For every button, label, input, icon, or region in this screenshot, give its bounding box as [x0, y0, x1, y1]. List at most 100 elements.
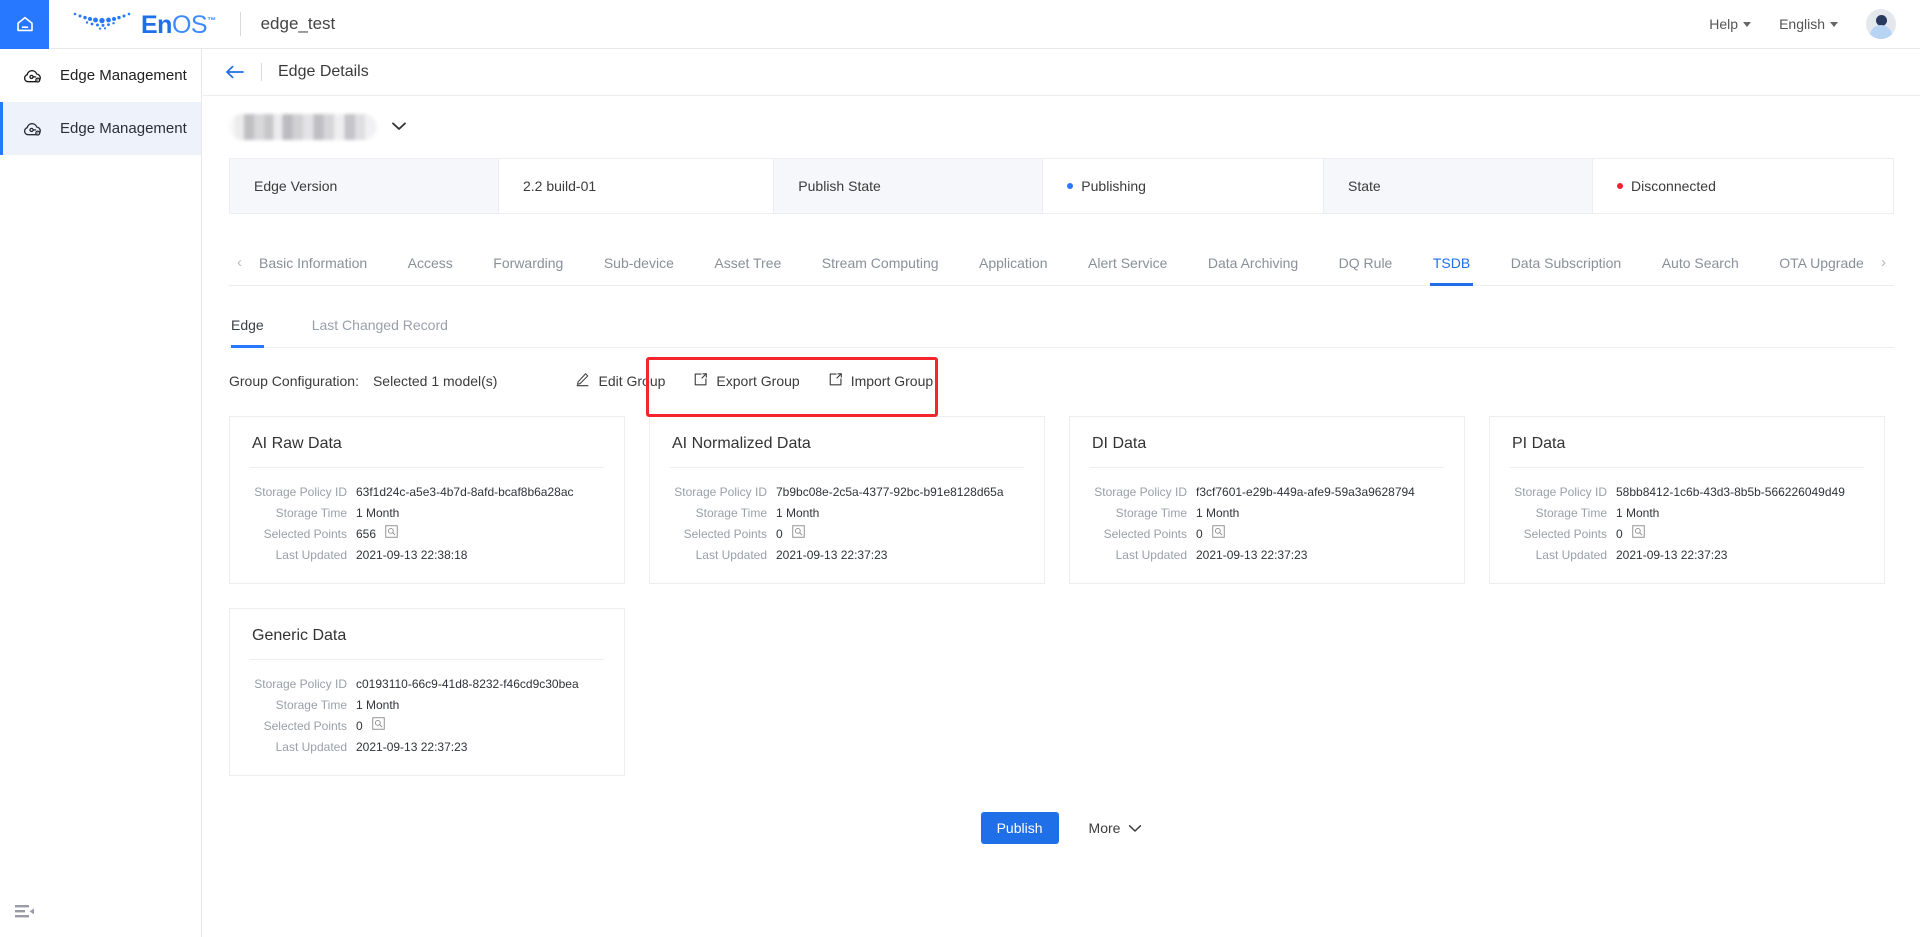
- field-value: 0: [356, 719, 363, 733]
- field-label: Storage Time: [695, 506, 767, 520]
- card-field-last-updated: Last Updated 2021-09-13 22:37:23: [1512, 545, 1862, 565]
- magnifier-icon[interactable]: [1631, 524, 1645, 544]
- import-box-arrow-icon: [828, 372, 843, 390]
- subtab-edge[interactable]: Edge: [231, 302, 264, 348]
- field-value: 0: [776, 527, 783, 541]
- device-selector[interactable]: [229, 96, 1894, 158]
- card-field-storage-policy-id: Storage Policy ID 63f1d24c-a5e3-4b7d-8af…: [252, 482, 602, 502]
- card-field-storage-policy-id: Storage Policy ID 58bb8412-1c6b-43d3-8b5…: [1512, 482, 1862, 502]
- field-value: f3cf7601-e29b-449a-afe9-59a3a9628794: [1196, 485, 1415, 499]
- card-field-storage-policy-id: Storage Policy ID 7b9bc08e-2c5a-4377-92b…: [672, 482, 1022, 502]
- header-divider: [239, 12, 241, 36]
- chevron-left-icon[interactable]: ‹: [229, 254, 250, 271]
- storage-policy-card-grid: AI Raw Data Storage Policy ID 63f1d24c-a…: [229, 416, 1894, 776]
- field-value-wrap: 0: [776, 524, 805, 544]
- magnifier-icon[interactable]: [1211, 524, 1225, 544]
- home-button[interactable]: [0, 0, 49, 49]
- tab-alert-service[interactable]: Alert Service: [1085, 240, 1170, 285]
- tab-auto-search[interactable]: Auto Search: [1659, 240, 1742, 285]
- brand-en: En: [141, 10, 172, 39]
- help-label: Help: [1709, 16, 1739, 32]
- top-bar-right: Help English: [1709, 9, 1920, 39]
- field-label: Selected Points: [683, 527, 767, 541]
- chevron-down-icon[interactable]: [391, 118, 407, 136]
- field-label: Storage Time: [1115, 506, 1187, 520]
- edge-info-strip: Edge Version 2.2 build-01 Publish State …: [229, 158, 1894, 214]
- tab-data-subscription[interactable]: Data Subscription: [1508, 240, 1625, 285]
- magnifier-icon[interactable]: [385, 524, 398, 544]
- magnifier-icon[interactable]: [791, 524, 805, 544]
- device-name-redacted: [229, 114, 377, 140]
- card-field-storage-time: Storage Time 1 Month: [1092, 503, 1442, 523]
- field-label: Storage Time: [275, 698, 347, 712]
- card-field-last-updated: Last Updated 2021-09-13 22:37:23: [1092, 545, 1442, 565]
- card-field-selected-points: Selected Points 656: [252, 524, 602, 544]
- sidebar-item-edge-management-group[interactable]: Edge Management: [0, 49, 201, 102]
- brand-logo[interactable]: EnOS™: [71, 9, 216, 40]
- tab-forwarding[interactable]: Forwarding: [490, 240, 566, 285]
- info-value-edge-version: 2.2 build-01: [499, 159, 775, 213]
- publish-button[interactable]: Publish: [980, 812, 1059, 844]
- card-divider: [670, 467, 1024, 468]
- tab-sub-device[interactable]: Sub-device: [601, 240, 677, 285]
- pencil-icon: [575, 372, 590, 390]
- tab-access[interactable]: Access: [405, 240, 456, 285]
- storage-card-generic-data: Generic Data Storage Policy ID c0193110-…: [229, 608, 625, 776]
- page-body: Edge Version 2.2 build-01 Publish State …: [203, 96, 1920, 844]
- field-label: Selected Points: [263, 719, 347, 733]
- card-field-storage-policy-id: Storage Policy ID c0193110-66c9-41d8-823…: [252, 674, 602, 694]
- more-button[interactable]: More: [1089, 820, 1143, 836]
- language-menu[interactable]: English: [1779, 16, 1838, 32]
- import-group-button[interactable]: Import Group: [814, 364, 947, 398]
- tab-application[interactable]: Application: [976, 240, 1051, 285]
- group-configuration-label: Group Configuration:: [229, 373, 359, 389]
- field-label: Selected Points: [263, 527, 347, 541]
- info-value-publish-state: Publishing: [1043, 159, 1325, 213]
- brand-os: OS: [171, 10, 208, 39]
- field-value: 2021-09-13 22:38:18: [356, 548, 468, 562]
- tab-ota-upgrade[interactable]: OTA Upgrade: [1776, 240, 1867, 285]
- field-label: Last Updated: [275, 740, 347, 754]
- card-field-last-updated: Last Updated 2021-09-13 22:37:23: [672, 545, 1022, 565]
- card-field-storage-time: Storage Time 1 Month: [252, 503, 602, 523]
- chevron-right-icon[interactable]: ›: [1873, 254, 1894, 271]
- storage-card-di-data: DI Data Storage Policy ID f3cf7601-e29b-…: [1069, 416, 1465, 584]
- tab-stream-computing[interactable]: Stream Computing: [819, 240, 942, 285]
- field-label: Storage Policy ID: [1514, 485, 1607, 499]
- card-field-storage-time: Storage Time 1 Month: [1512, 503, 1862, 523]
- field-value: 1 Month: [776, 506, 820, 520]
- brand-trademark: ™: [207, 15, 216, 26]
- tab-tsdb[interactable]: TSDB: [1429, 240, 1474, 286]
- field-label: Last Updated: [275, 548, 347, 562]
- card-field-selected-points: Selected Points 0: [252, 716, 602, 736]
- tab-asset-tree[interactable]: Asset Tree: [711, 240, 784, 285]
- chevron-down-icon: [1743, 21, 1752, 27]
- subtab-last-changed-record[interactable]: Last Changed Record: [312, 302, 448, 347]
- edge-cloud-icon: [22, 65, 44, 87]
- field-label: Storage Policy ID: [254, 485, 347, 499]
- sidebar-item-edge-management[interactable]: Edge Management: [0, 102, 201, 155]
- field-label: Storage Time: [1535, 506, 1607, 520]
- edit-group-button[interactable]: Edit Group: [561, 364, 679, 398]
- field-value: 2021-09-13 22:37:23: [1196, 548, 1308, 562]
- sidebar-item-label: Edge Management: [60, 120, 187, 137]
- more-label: More: [1088, 820, 1121, 836]
- sidebar-collapse-icon[interactable]: [14, 903, 36, 923]
- sidebar-item-label: Edge Management: [60, 67, 187, 84]
- field-value-wrap: 656: [356, 524, 398, 544]
- group-configuration-toolbar: Group Configuration: Selected 1 model(s)…: [229, 352, 1894, 417]
- field-value: 2021-09-13 22:37:23: [1616, 548, 1728, 562]
- magnifier-icon[interactable]: [371, 716, 385, 736]
- field-label: Selected Points: [1523, 527, 1607, 541]
- export-group-button[interactable]: Export Group: [679, 364, 813, 398]
- field-label: Last Updated: [695, 548, 767, 562]
- back-arrow-icon[interactable]: [225, 62, 245, 82]
- field-value: 0: [1196, 527, 1203, 541]
- field-value-wrap: 0: [356, 716, 385, 736]
- avatar[interactable]: [1866, 9, 1896, 39]
- tab-basic-information[interactable]: Basic Information: [256, 240, 370, 285]
- tab-data-archiving[interactable]: Data Archiving: [1205, 240, 1301, 285]
- import-group-label: Import Group: [850, 373, 934, 389]
- tab-dq-rule[interactable]: DQ Rule: [1336, 240, 1396, 285]
- help-menu[interactable]: Help: [1709, 16, 1752, 32]
